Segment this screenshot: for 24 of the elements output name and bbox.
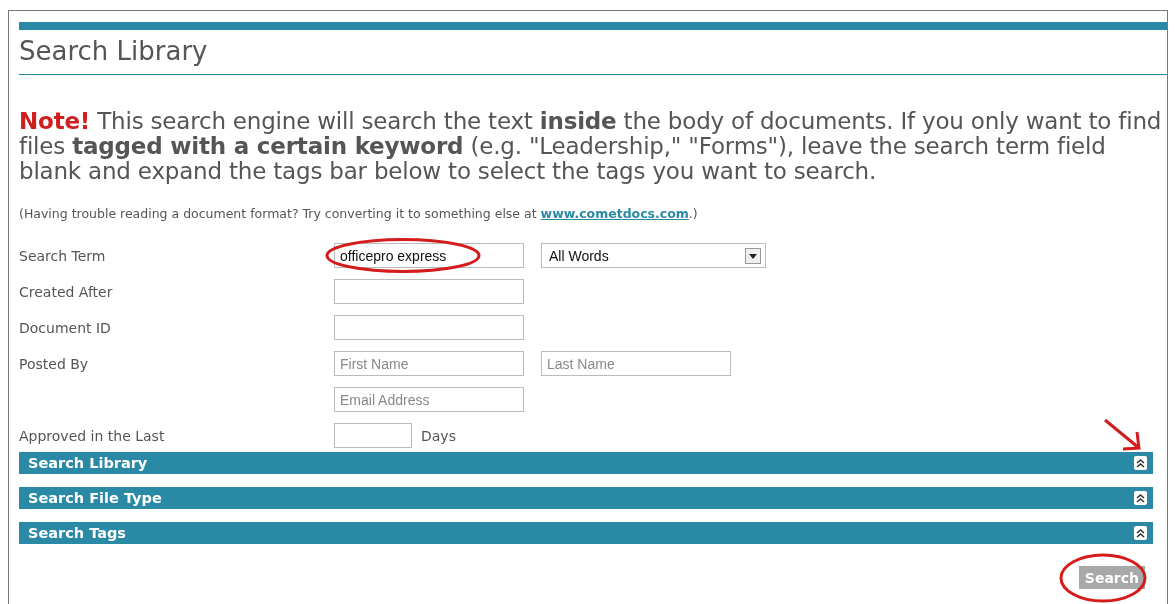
- text-field[interactable]: Last Name: [541, 351, 731, 376]
- page-title: Search Library: [19, 34, 1167, 75]
- text-field[interactable]: officepro express: [334, 243, 524, 268]
- field-label: Approved in the Last: [19, 427, 165, 444]
- collapsible-bar[interactable]: Search Tags: [19, 522, 1153, 544]
- text-field[interactable]: [334, 315, 524, 340]
- dropdown[interactable]: All Words: [541, 243, 766, 268]
- text-field[interactable]: [334, 279, 524, 304]
- double-chevron-icon[interactable]: [1134, 491, 1147, 505]
- cometdocs-link[interactable]: www.cometdocs.com: [540, 206, 689, 221]
- double-chevron-icon[interactable]: [1134, 456, 1147, 470]
- search-button[interactable]: Search: [1078, 566, 1145, 589]
- text-field[interactable]: First Name: [334, 351, 524, 376]
- help-text: (Having trouble reading a document format? Try converting it to something else at www.cometdocs.com.): [19, 206, 699, 221]
- double-chevron-icon[interactable]: [1134, 526, 1147, 540]
- text-field[interactable]: Email Address: [334, 387, 524, 412]
- field-label: Posted By: [19, 355, 89, 372]
- days-field[interactable]: [334, 423, 412, 448]
- field-label: Search Term: [19, 247, 106, 264]
- note-text: Note! This search engine will search the text inside the body of documents. If you only want to find files tagged with a certain keyword (e.g. "Leadership," "Forms"), leave the search term field blank and expand the tags bar below to select the tags you want to search.: [19, 109, 1163, 184]
- field-label: Document ID: [19, 319, 111, 336]
- field-label: Created After: [19, 283, 113, 300]
- days-label: Days: [421, 427, 456, 444]
- collapsible-bar[interactable]: Search File Type: [19, 487, 1153, 509]
